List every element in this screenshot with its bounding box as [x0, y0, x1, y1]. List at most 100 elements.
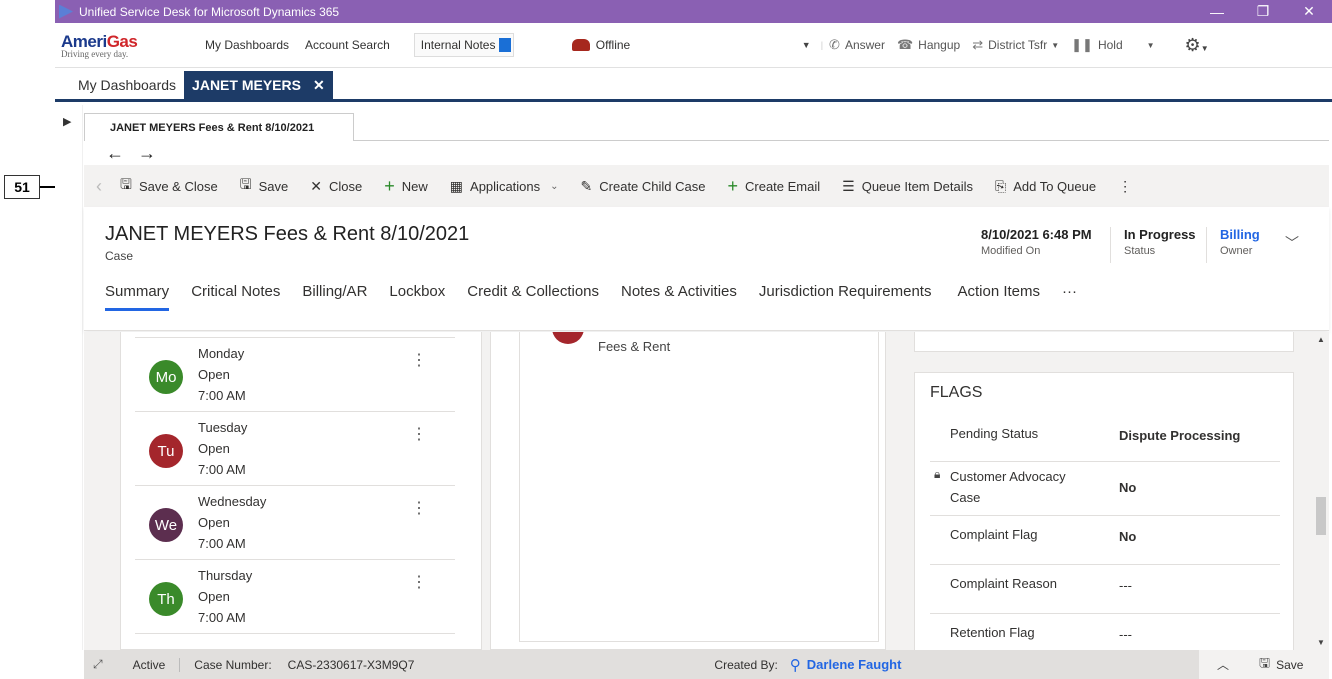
hangup-button[interactable]: ☎ Hangup	[897, 37, 960, 53]
back-arrow-icon[interactable]: ←	[106, 143, 124, 164]
add-to-queue-button[interactable]: ⎘ Add To Queue	[995, 178, 1096, 195]
list-item[interactable]: Mo Monday Open 7:00 AM ⋮	[135, 337, 455, 411]
flag-row-pending-status[interactable]: Pending Status Dispute Processing	[930, 417, 1280, 462]
internal-notes-button[interactable]: Internal Notes	[413, 33, 514, 57]
flag-row-complaint-reason[interactable]: Complaint Reason ---	[930, 565, 1280, 614]
field-value[interactable]: Dispute Processing	[1119, 428, 1240, 443]
expand-header-icon[interactable]: ﹀	[1285, 233, 1299, 253]
tab-jurisdiction-requirements[interactable]: Jurisdiction Requirements	[759, 283, 932, 311]
expand-panel-icon[interactable]: ▶	[63, 115, 71, 128]
save-close-button[interactable]: 🖫 Save & Close	[120, 174, 218, 198]
footer-save-button[interactable]: Save	[1276, 658, 1303, 672]
nav-arrows: ← →	[106, 143, 156, 164]
footer-actions: ︿ 🖫 Save	[1199, 650, 1329, 679]
vertical-scrollbar[interactable]: ▲ ▼	[1313, 332, 1329, 650]
close-window-button[interactable]: ✕	[1286, 3, 1332, 20]
settings-gear-icon[interactable]: ⚙▼	[1185, 35, 1209, 56]
presence-status[interactable]: Offline	[571, 38, 802, 52]
field-value[interactable]: No	[1119, 529, 1136, 544]
field-value[interactable]: ---	[1119, 578, 1132, 593]
usd-window: Unified Service Desk for Microsoft Dynam…	[55, 0, 1332, 679]
hold-button[interactable]: ❚❚ Hold ▼	[1071, 37, 1154, 53]
add-to-queue-label: Add To Queue	[1013, 178, 1097, 194]
more-commands-button[interactable]: ⋮	[1118, 178, 1139, 195]
hangup-icon: ☎	[896, 37, 914, 52]
more-vertical-icon[interactable]: ⋮	[411, 424, 427, 444]
day-time: 7:00 AM	[198, 536, 246, 551]
status-label: Status	[1124, 245, 1156, 257]
district-transfer-button[interactable]: ⇄ District Tsfr ▼	[972, 37, 1059, 53]
restore-button[interactable]: ❐	[1240, 3, 1286, 20]
day-name: Tuesday	[198, 420, 248, 435]
more-vertical-icon[interactable]: ⋮	[411, 498, 427, 518]
tab-notes-activities[interactable]: Notes & Activities	[621, 283, 737, 311]
scroll-thumb[interactable]	[1316, 497, 1326, 535]
list-item[interactable]: Th Thursday Open 7:00 AM ⋮	[135, 559, 455, 633]
list-item[interactable]: We Wednesday Open 7:00 AM ⋮	[135, 485, 455, 559]
tab-credit-collections[interactable]: Credit & Collections	[467, 283, 599, 311]
new-button[interactable]: + New	[384, 176, 428, 197]
account-search-link[interactable]: Account Search	[305, 38, 390, 52]
more-vertical-icon[interactable]: ⋮	[411, 350, 427, 370]
close-button[interactable]: ✕ Close	[310, 178, 362, 195]
session-tab-label: My Dashboards	[78, 77, 177, 93]
field-value[interactable]: ---	[1119, 627, 1132, 642]
title-bar: Unified Service Desk for Microsoft Dynam…	[55, 0, 1332, 23]
more-vertical-icon[interactable]: ⋮	[411, 572, 427, 592]
minimize-button[interactable]: —	[1194, 4, 1240, 20]
form-body: Mo Monday Open 7:00 AM ⋮ Tu Tuesday Open…	[84, 332, 1329, 650]
day-time: 7:00 AM	[198, 388, 246, 403]
save-icon[interactable]: 🖫	[1259, 654, 1270, 676]
flag-row-customer-advocacy[interactable]: 🔒︎ Customer Advocacy Case No	[930, 462, 1280, 516]
forward-arrow-icon[interactable]: →	[138, 143, 156, 164]
owner-value[interactable]: Billing	[1220, 227, 1260, 242]
tab-critical-notes[interactable]: Critical Notes	[191, 283, 280, 311]
created-by-link[interactable]: Darlene Faught	[807, 657, 902, 672]
save-button[interactable]: 🖫 Save	[240, 174, 289, 198]
plus-icon: +	[384, 175, 395, 196]
session-tab-my-dashboards[interactable]: My Dashboards	[70, 71, 184, 99]
presence-dropdown-icon[interactable]: ▼	[802, 40, 811, 50]
add-to-queue-icon: ⎘	[994, 177, 1007, 194]
more-tabs-button[interactable]: ···	[1062, 283, 1077, 311]
section-card	[914, 332, 1294, 352]
modified-on-value: 8/10/2021 6:48 PM	[981, 227, 1092, 242]
phone-icon: ✆	[829, 37, 840, 52]
close-session-icon[interactable]: ✕	[313, 77, 325, 94]
create-email-button[interactable]: + Create Email	[727, 176, 820, 197]
session-tab-label: JANET MEYERS	[192, 77, 301, 93]
case-tab[interactable]: JANET MEYERS Fees & Rent 8/10/2021	[84, 113, 354, 141]
scroll-up-icon[interactable]: ▲	[1317, 335, 1325, 344]
pop-out-icon[interactable]: ⤢	[93, 657, 103, 672]
tab-summary[interactable]: Summary	[105, 283, 170, 311]
create-child-case-button[interactable]: ✎ Create Child Case	[581, 178, 706, 195]
close-icon: ✕	[310, 177, 323, 194]
field-label: Customer Advocacy Case	[950, 469, 1066, 505]
global-toolbar: AmeriGas Driving every day. My Dashboard…	[55, 23, 1332, 68]
modified-on-label: Modified On	[981, 245, 1041, 257]
queue-item-details-button[interactable]: ☰ Queue Item Details	[842, 178, 973, 195]
field-value: No	[1119, 480, 1137, 495]
timeline-item-text[interactable]: Fees & Rent	[598, 339, 670, 354]
scroll-down-icon[interactable]: ▼	[1317, 638, 1325, 647]
divider: |	[820, 40, 824, 50]
plus-icon: +	[727, 175, 738, 196]
flag-row-complaint-flag[interactable]: Complaint Flag No	[930, 516, 1280, 565]
flag-row-retention-flag[interactable]: Retention Flag ---	[930, 614, 1280, 650]
tab-billing-ar[interactable]: Billing/AR	[302, 283, 367, 311]
tab-lockbox[interactable]: Lockbox	[389, 283, 445, 311]
session-tab-janet-meyers[interactable]: JANET MEYERS ✕	[184, 71, 333, 99]
chevron-down-icon: ⌄	[550, 180, 559, 192]
day-name: Thursday	[198, 568, 253, 583]
back-icon[interactable]: ‹	[96, 176, 102, 197]
save-label: Save	[258, 178, 289, 194]
chevron-up-icon[interactable]: ︿	[1217, 656, 1229, 673]
brand-name-red: Gas	[106, 31, 138, 51]
owner-field[interactable]: Billing Owner	[1220, 227, 1260, 257]
created-by-label: Created By:	[714, 657, 778, 672]
tab-action-items[interactable]: Action Items	[957, 283, 1040, 311]
list-item[interactable]: Tu Tuesday Open 7:00 AM ⋮	[135, 411, 455, 485]
answer-button[interactable]: ✆ Answer	[829, 37, 885, 53]
applications-button[interactable]: ▦ Applications ⌄	[450, 178, 559, 195]
my-dashboards-link[interactable]: My Dashboards	[205, 38, 289, 52]
